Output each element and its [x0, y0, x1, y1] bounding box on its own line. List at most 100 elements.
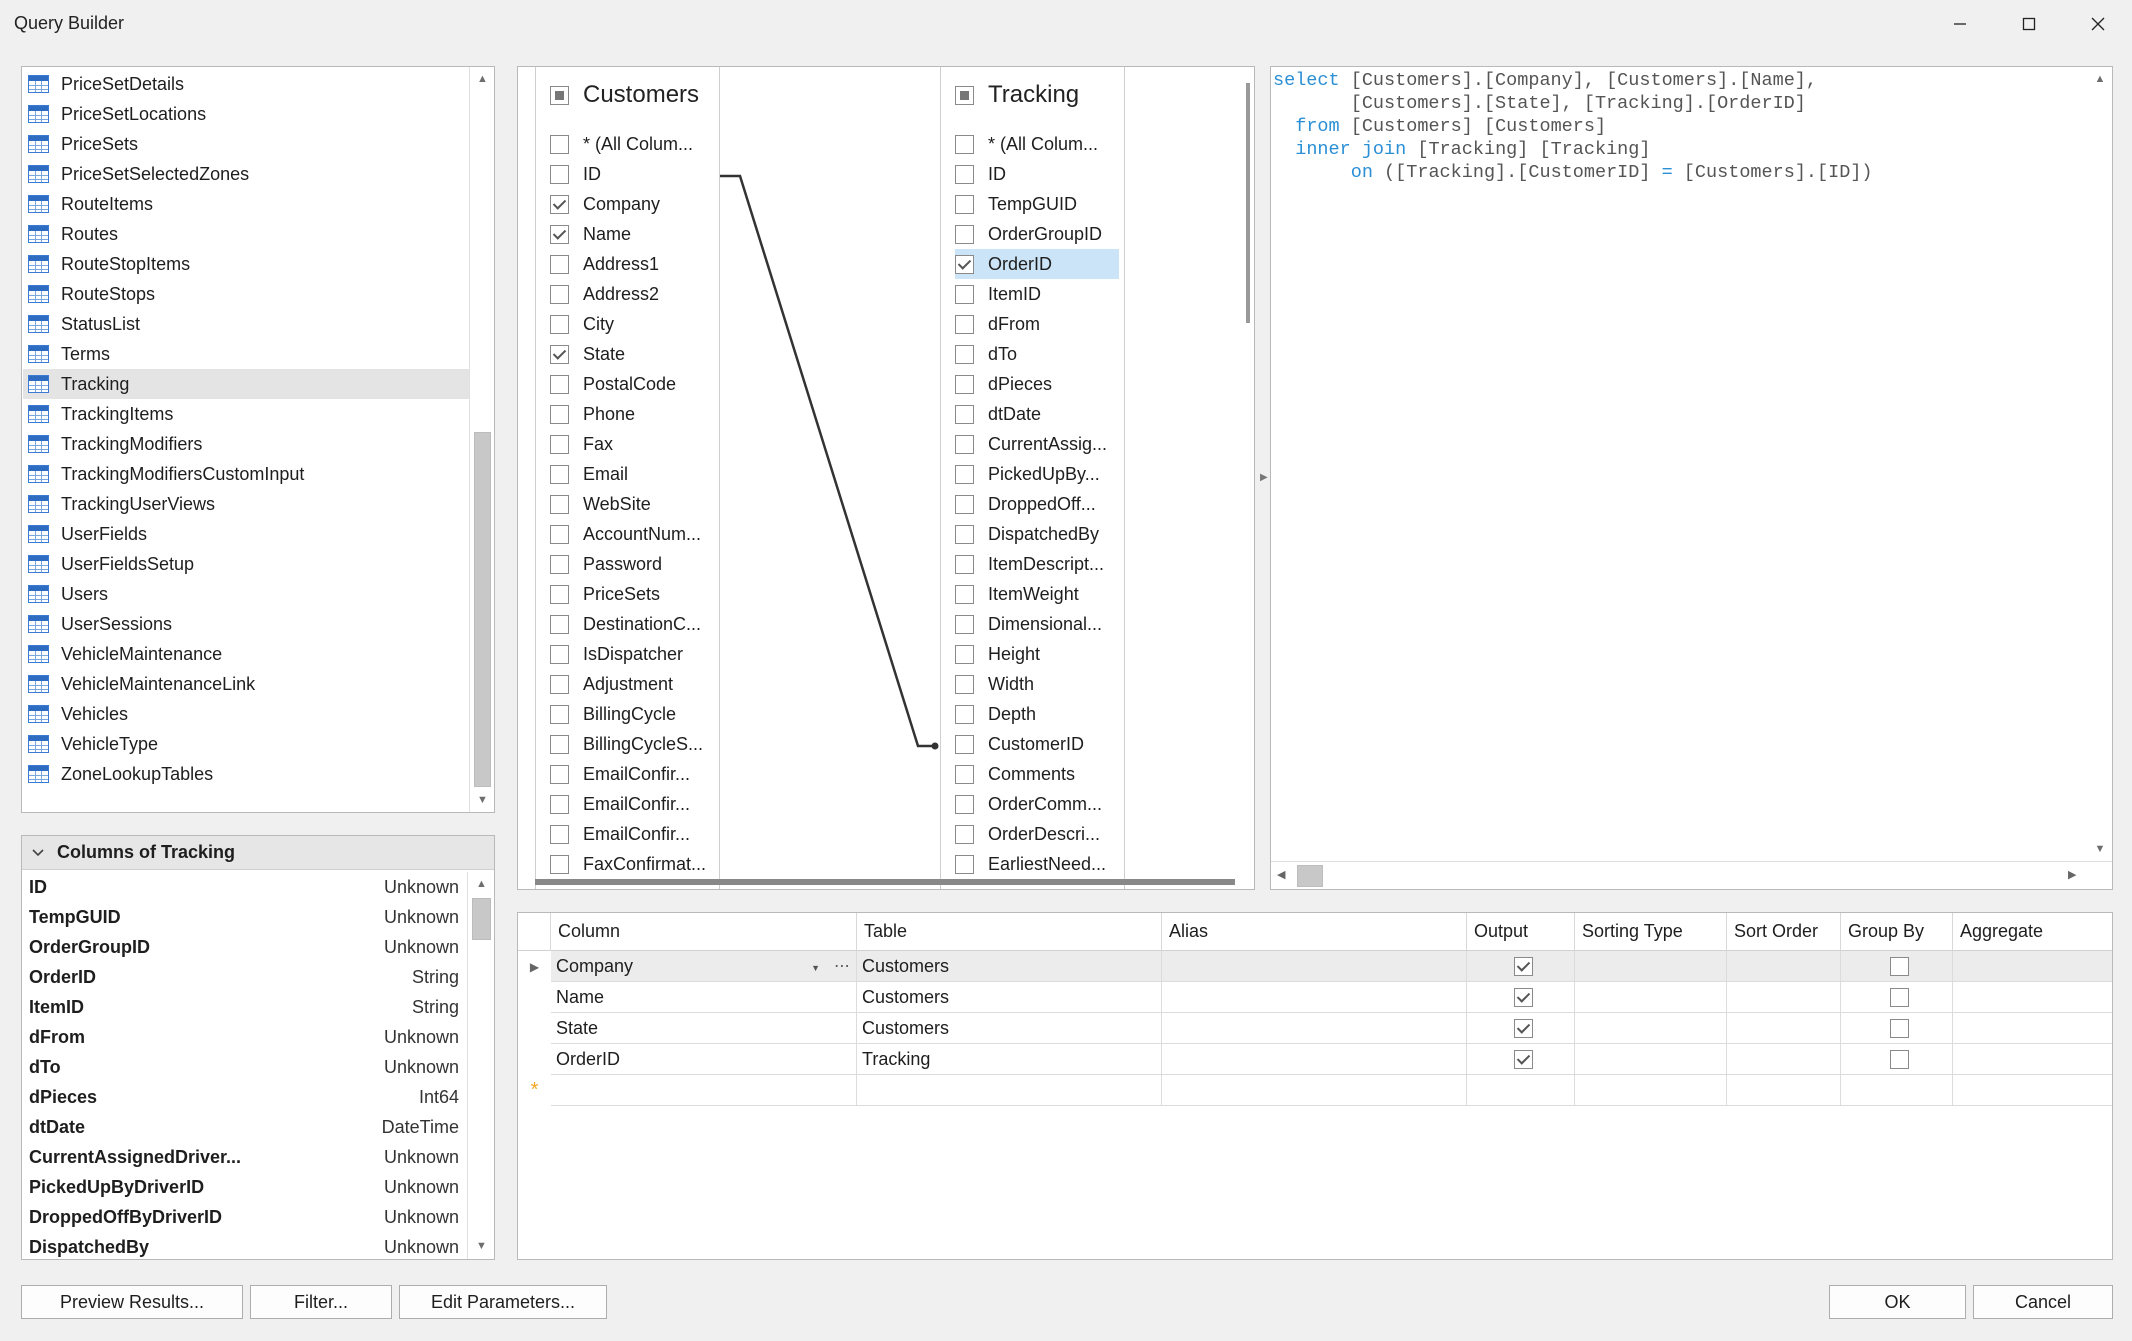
grid-cell[interactable] [1162, 1013, 1467, 1044]
scroll-left-icon[interactable]: ◀ [1277, 868, 1285, 881]
grid-cell[interactable] [1953, 1044, 2112, 1075]
scroll-thumb[interactable] [1297, 865, 1323, 887]
grid-cell[interactable]: OrderID [551, 1044, 857, 1075]
preview-results-button[interactable]: Preview Results... [21, 1285, 243, 1319]
table-list-item[interactable]: TrackingModifiers [23, 429, 469, 459]
sql-hscroll[interactable]: ◀ ▶ [1271, 861, 2112, 889]
join-line[interactable] [518, 67, 1255, 890]
columns-scrollbar[interactable]: ▲ ▼ [467, 872, 494, 1259]
table-list-item[interactable]: TrackingModifiersCustomInput [23, 459, 469, 489]
grid-cell[interactable] [551, 1075, 857, 1106]
grid-cell[interactable]: State [551, 1013, 857, 1044]
column-info-row[interactable]: ItemID String [22, 992, 467, 1022]
grid-cell[interactable]: Customers [857, 982, 1162, 1013]
table-list-item[interactable]: VehicleMaintenance [23, 639, 469, 669]
grid-checkbox[interactable] [1889, 987, 1909, 1007]
grid-cell[interactable] [1575, 1075, 1727, 1106]
sql-editor[interactable]: select [Customers].[Company], [Customers… [1270, 66, 2113, 890]
grid-cell[interactable] [1467, 951, 1575, 982]
grid-cell[interactable] [1467, 1075, 1575, 1106]
table-list-item[interactable]: PriceSetSelectedZones [23, 159, 469, 189]
grid-cell[interactable] [1953, 951, 2112, 982]
grid-header-cell[interactable]: Sorting Type [1575, 913, 1727, 951]
columns-panel-header[interactable]: Columns of Tracking [22, 836, 494, 870]
table-list[interactable]: PriceSetDetails PriceSetLocations PriceSet… [21, 66, 495, 813]
table-list-item[interactable]: VehicleType [23, 729, 469, 759]
grid-cell[interactable] [1162, 982, 1467, 1013]
grid-header-cell[interactable]: Aggregate [1953, 913, 2112, 951]
grid-cell[interactable] [857, 1075, 1162, 1106]
grid-cell[interactable] [1727, 1075, 1841, 1106]
table-list-item[interactable]: VehicleMaintenanceLink [23, 669, 469, 699]
grid-checkbox[interactable] [1513, 1049, 1533, 1069]
table-list-item[interactable]: RouteStops [23, 279, 469, 309]
grid-header-cell[interactable]: Sort Order [1727, 913, 1841, 951]
grid-cell[interactable] [1575, 1013, 1727, 1044]
table-list-item[interactable]: Routes [23, 219, 469, 249]
column-info-row[interactable]: DispatchedBy Unknown [22, 1232, 467, 1259]
grid-header-cell[interactable]: Alias [1162, 913, 1467, 951]
table-list-item[interactable]: PriceSetLocations [23, 99, 469, 129]
grid-cell[interactable] [1841, 951, 1953, 982]
new-row-indicator[interactable]: * [518, 1075, 551, 1106]
column-info-row[interactable]: dPieces Int64 [22, 1082, 467, 1112]
grid-cell[interactable]: Customers [857, 951, 1162, 982]
table-list-item[interactable]: RouteItems [23, 189, 469, 219]
edit-parameters-button[interactable]: Edit Parameters... [399, 1285, 607, 1319]
scroll-down-icon[interactable]: ▼ [470, 788, 494, 812]
table-list-item[interactable]: ZoneLookupTables [23, 759, 469, 789]
cancel-button[interactable]: Cancel [1973, 1285, 2113, 1319]
column-info-row[interactable]: PickedUpByDriverID Unknown [22, 1172, 467, 1202]
grid-cell[interactable] [1575, 951, 1727, 982]
column-info-row[interactable]: DroppedOffByDriverID Unknown [22, 1202, 467, 1232]
grid-cell[interactable] [1727, 982, 1841, 1013]
table-list-item[interactable]: RouteStopItems [23, 249, 469, 279]
table-list-item[interactable]: Vehicles [23, 699, 469, 729]
filter-button[interactable]: Filter... [250, 1285, 392, 1319]
scroll-down-icon[interactable]: ▼ [2088, 837, 2112, 861]
sql-text[interactable]: select [Customers].[Company], [Customers… [1273, 69, 1873, 184]
table-list-item[interactable]: UserFieldsSetup [23, 549, 469, 579]
scroll-thumb[interactable] [1246, 83, 1250, 323]
scroll-right-icon[interactable]: ▶ [2068, 868, 2076, 881]
column-info-row[interactable]: OrderID String [22, 962, 467, 992]
grid-header-cell[interactable]: Column [551, 913, 857, 951]
grid-cell[interactable] [1727, 1013, 1841, 1044]
scroll-up-icon[interactable]: ▲ [470, 67, 494, 91]
splitter-arrow-icon[interactable]: ▶ [1260, 472, 1268, 483]
grid-cell[interactable] [1953, 1075, 2112, 1106]
table-list-item[interactable]: UserFields [23, 519, 469, 549]
column-info-row[interactable]: CurrentAssignedDriver... Unknown [22, 1142, 467, 1172]
table-list-item[interactable]: PriceSetDetails [23, 69, 469, 99]
dropdown-and-ellipsis[interactable]: ▼ ⋯ [811, 956, 856, 976]
ellipsis-icon[interactable]: ⋯ [834, 958, 850, 975]
grid-cell[interactable] [1841, 982, 1953, 1013]
grid-checkbox[interactable] [1889, 1018, 1909, 1038]
grid-cell[interactable] [1727, 1044, 1841, 1075]
grid-checkbox[interactable] [1513, 1018, 1533, 1038]
grid-cell[interactable] [1162, 1044, 1467, 1075]
column-info-row[interactable]: OrderGroupID Unknown [22, 932, 467, 962]
grid-cell[interactable] [1953, 1013, 2112, 1044]
scroll-down-icon[interactable]: ▼ [468, 1234, 494, 1258]
column-info-row[interactable]: dFrom Unknown [22, 1022, 467, 1052]
grid-cell[interactable] [1162, 1075, 1467, 1106]
columns-grid[interactable]: Column Table Alias Output Sorting Type Sort O… [517, 912, 2113, 1260]
grid-cell[interactable] [1841, 1013, 1953, 1044]
scroll-thumb[interactable] [474, 432, 491, 787]
query-diagram[interactable]: Customers * (All Colum... ID Company Name Ad… [517, 66, 1255, 890]
maximize-button[interactable] [1994, 0, 2063, 48]
grid-checkbox[interactable] [1889, 956, 1909, 976]
grid-cell[interactable] [1953, 982, 2112, 1013]
ok-button[interactable]: OK [1829, 1285, 1966, 1319]
row-indicator[interactable] [518, 1013, 551, 1044]
grid-cell[interactable]: Customers [857, 1013, 1162, 1044]
grid-header-cell[interactable]: Output [1467, 913, 1575, 951]
scroll-up-icon[interactable]: ▲ [468, 872, 494, 896]
grid-checkbox[interactable] [1513, 956, 1533, 976]
row-indicator[interactable] [518, 982, 551, 1013]
column-info-row[interactable]: ID Unknown [22, 872, 467, 902]
table-list-item[interactable]: UserSessions [23, 609, 469, 639]
grid-checkbox[interactable] [1513, 987, 1533, 1007]
grid-header-cell[interactable]: Table [857, 913, 1162, 951]
